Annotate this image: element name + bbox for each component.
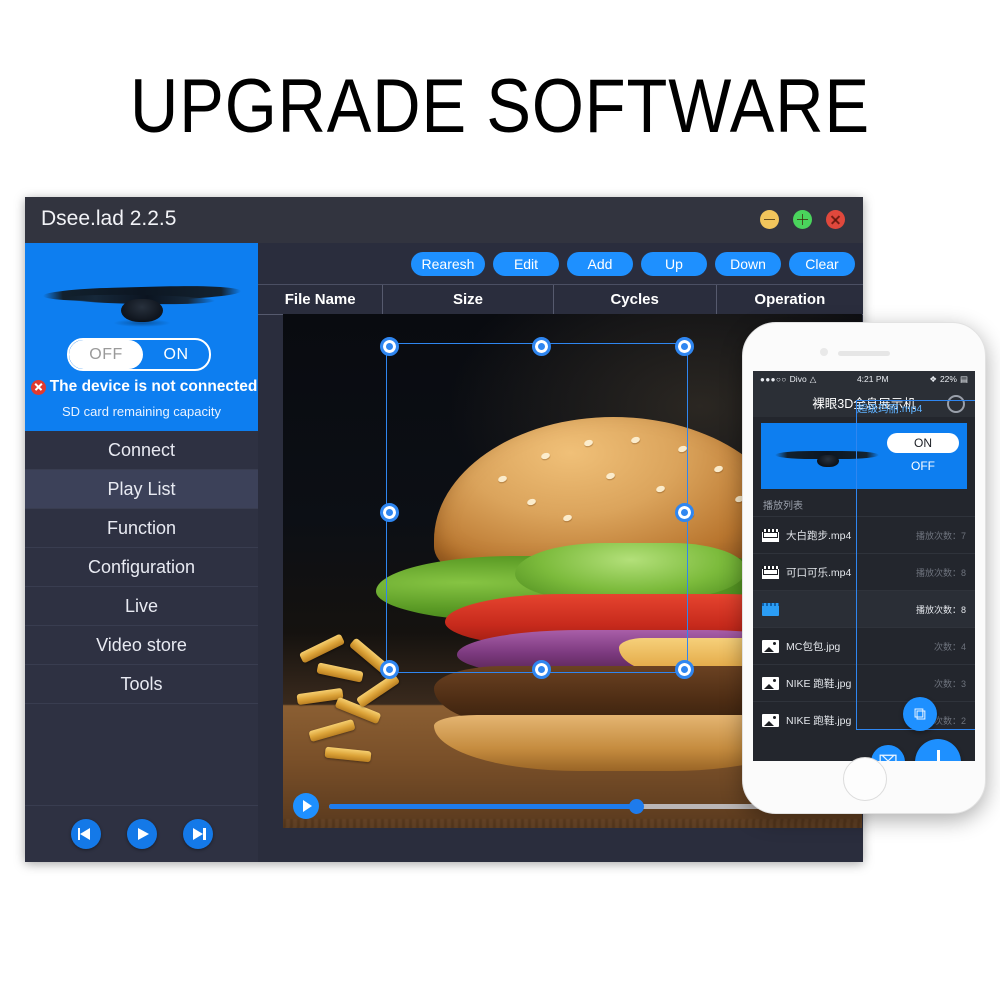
resize-handle-top-center[interactable] (532, 337, 551, 356)
list-item-name: 可口可乐.mp4 (786, 566, 852, 579)
sidebar-nav: Connect Play List Function Configuration… (25, 429, 258, 704)
resize-handle-middle-right[interactable] (675, 503, 694, 522)
column-header-file-name[interactable]: File Name (258, 285, 384, 314)
save-icon: ⧉ (913, 704, 927, 724)
phone-camera-icon (820, 348, 828, 356)
down-button[interactable]: Down (715, 252, 781, 276)
device-power-toggle[interactable]: OFF ON (67, 338, 211, 371)
video-file-icon (762, 528, 779, 542)
video-progress-fill (329, 803, 636, 809)
sidebar-item-configuration[interactable]: Configuration (25, 548, 258, 587)
trash-icon: ⌧ (878, 754, 898, 762)
add-button[interactable]: Add (567, 252, 633, 276)
battery-icon: ▤ (959, 373, 968, 384)
list-item-name: MC包包.jpg (786, 640, 841, 653)
phone-home-button[interactable] (843, 757, 887, 801)
minimize-button-icon[interactable] (760, 210, 779, 229)
sidebar-item-video-store[interactable]: Video store (25, 626, 258, 665)
phone-status-bar: ●●●○○ Divo △ 4:21 PM ❖ 22% ▤ (753, 371, 975, 387)
list-item-name: 大白跑步.mp4 (786, 529, 852, 542)
window-titlebar: Dsee.lad 2.2.5 (25, 197, 863, 243)
list-item[interactable]: 超级玛丽.mp4 播放次数：8 (753, 400, 975, 730)
page-title: UPGRADE SOFTWARE (130, 64, 870, 149)
save-fab-button[interactable]: ⧉ (903, 697, 937, 731)
add-fab-button[interactable] (915, 739, 961, 761)
toggle-on-label: ON (163, 345, 189, 363)
screenshot-root: UPGRADE SOFTWARE Dsee.lad 2.2.5 OFF ON T… (0, 0, 1000, 1000)
app-title: Dsee.lad 2.2.5 (41, 207, 177, 230)
video-file-icon (762, 565, 779, 579)
column-header-cycles[interactable]: Cycles (554, 285, 717, 314)
video-progress-handle[interactable] (628, 798, 644, 814)
sd-capacity-text: SD card remaining capacity (62, 404, 221, 419)
clear-button[interactable]: Clear (789, 252, 855, 276)
video-progress-track[interactable] (329, 798, 780, 814)
resize-handle-top-left[interactable] (380, 337, 399, 356)
phone-screen: ●●●○○ Divo △ 4:21 PM ❖ 22% ▤ 裸眼3D全息展示机 O… (753, 371, 975, 761)
resize-handle-bottom-right[interactable] (675, 660, 694, 679)
maximize-button-icon[interactable] (793, 210, 812, 229)
battery-label: 22% (939, 374, 957, 384)
list-item-name: NIKE 跑鞋.jpg (786, 714, 852, 727)
sidebar-item-connect[interactable]: Connect (25, 429, 258, 470)
signal-strength-icon: ●●●○○ (760, 374, 787, 384)
playlist-table-header: File Name Size Cycles Operation (258, 285, 863, 315)
close-button-icon[interactable] (826, 210, 845, 229)
resize-handle-bottom-left[interactable] (380, 660, 399, 679)
column-header-size[interactable]: Size (383, 285, 554, 314)
holographic-fan-image (25, 257, 258, 327)
status-time: 4:21 PM (856, 374, 889, 384)
next-track-button[interactable] (182, 819, 213, 849)
playlist-toolbar: Rearesh Edit Add Up Down Clear (258, 243, 863, 285)
phone-mockup: ●●●○○ Divo △ 4:21 PM ❖ 22% ▤ 裸眼3D全息展示机 O… (742, 322, 986, 814)
connection-status-text: The device is not connected (49, 378, 258, 395)
wifi-icon: △ (809, 373, 817, 384)
bluetooth-icon: ❖ (929, 373, 937, 384)
refresh-button[interactable]: Rearesh (411, 252, 485, 276)
list-item-name: 超级玛丽.mp4 (856, 400, 975, 730)
previous-track-button[interactable] (70, 819, 101, 849)
error-icon (30, 379, 46, 395)
image-file-icon (762, 639, 779, 653)
phone-speaker (838, 351, 890, 356)
edit-button[interactable]: Edit (493, 252, 559, 276)
column-header-operation[interactable]: Operation (717, 285, 863, 314)
sidebar: OFF ON The device is not connected SD ca… (25, 243, 258, 862)
selection-rectangle[interactable] (380, 337, 694, 679)
connection-status: The device is not connected (30, 378, 257, 396)
image-file-icon (762, 713, 779, 727)
app-window: Dsee.lad 2.2.5 OFF ON The device is not … (25, 197, 863, 862)
sidebar-item-function[interactable]: Function (25, 509, 258, 548)
transport-controls (25, 805, 258, 862)
sidebar-item-tools[interactable]: Tools (25, 665, 258, 704)
resize-handle-top-right[interactable] (675, 337, 694, 356)
sidebar-item-play-list[interactable]: Play List (25, 470, 258, 509)
window-controls (760, 210, 845, 229)
device-status-panel: OFF ON The device is not connected SD ca… (25, 243, 258, 429)
sidebar-item-live[interactable]: Live (25, 587, 258, 626)
list-item-name: NIKE 跑鞋.jpg (786, 677, 852, 690)
carrier-label: Divo (789, 374, 807, 384)
play-button[interactable] (126, 819, 157, 849)
up-button[interactable]: Up (641, 252, 707, 276)
delete-fab-button[interactable]: ⌧ (871, 745, 905, 761)
resize-handle-bottom-center[interactable] (532, 660, 551, 679)
toggle-off-label: OFF (69, 340, 143, 369)
resize-handle-middle-left[interactable] (380, 503, 399, 522)
image-file-icon (762, 676, 779, 690)
video-play-button[interactable] (293, 793, 319, 819)
video-file-icon-selected (762, 602, 779, 616)
